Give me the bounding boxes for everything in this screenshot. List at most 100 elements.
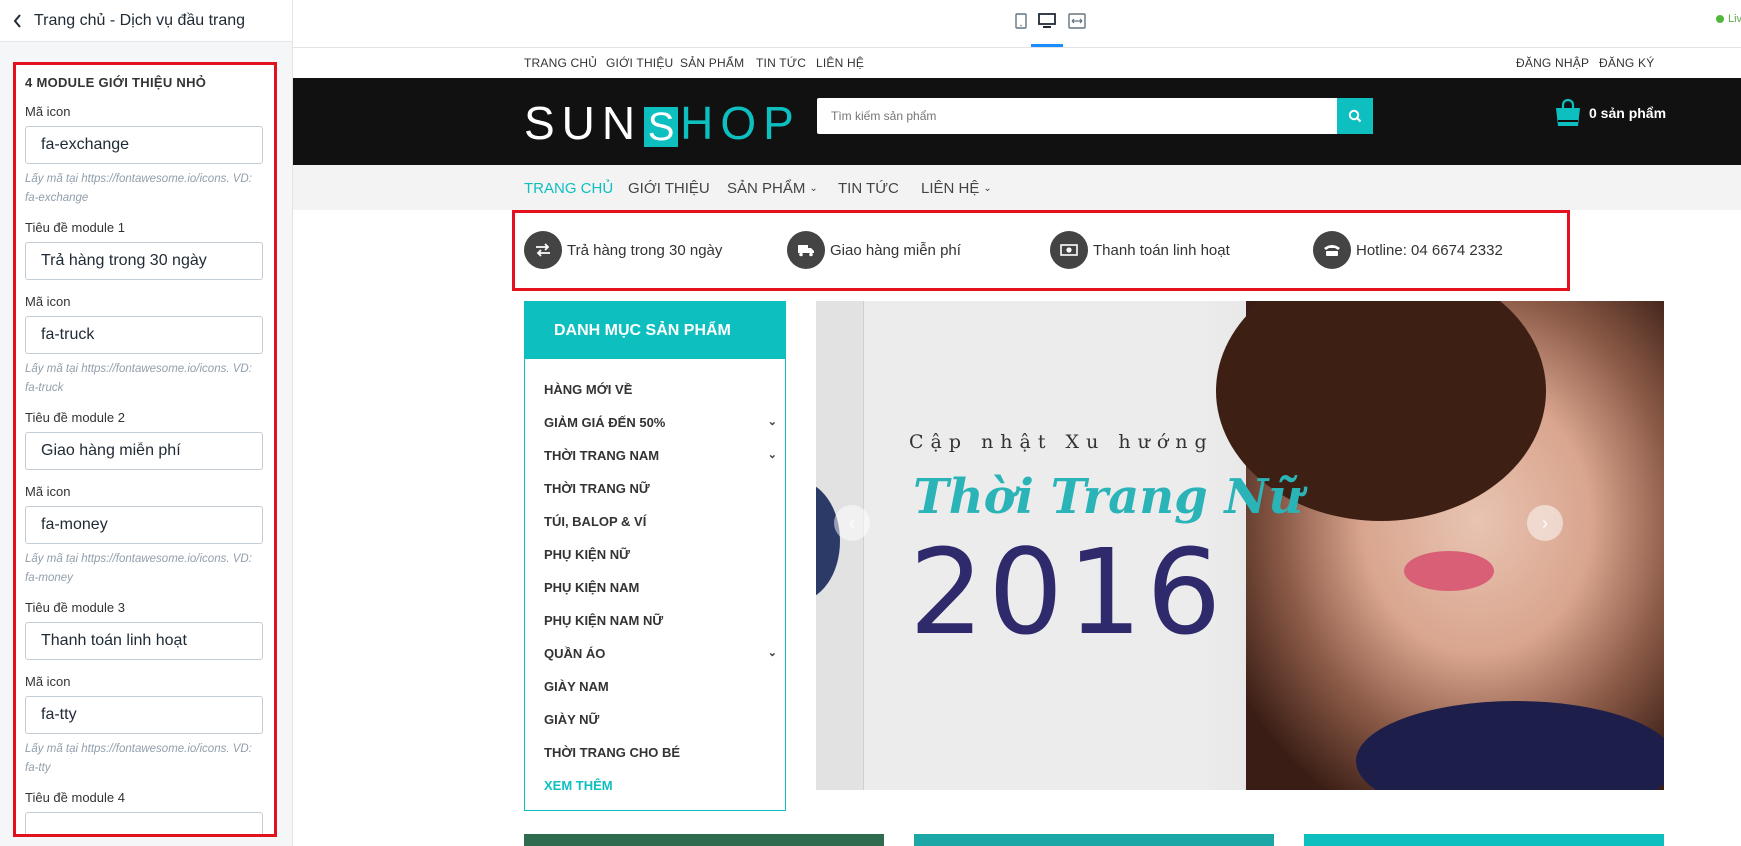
- hero-slider: Cập nhật Xu hướng Thời Trang Nữ 2016 ‹ ›: [816, 301, 1664, 790]
- category-label: TÚI, BALOP & VÍ: [544, 514, 647, 529]
- mainnav-label: SẢN PHẨM: [727, 180, 806, 197]
- mainnav-label: GIỚI THIỆU: [628, 180, 710, 197]
- icon-code-input-1[interactable]: [25, 126, 263, 164]
- mainnav-news[interactable]: TIN TỨC: [838, 180, 899, 197]
- slide-script-title: Thời Trang Nữ: [913, 469, 1304, 525]
- icon-code-input-2[interactable]: [25, 316, 263, 354]
- banner-thumb-3[interactable]: [1304, 834, 1664, 846]
- category-item[interactable]: GIẢM GIÁ ĐẾN 50% ⌄: [544, 406, 785, 439]
- category-item[interactable]: TÚI, BALOP & VÍ: [544, 505, 785, 538]
- search-icon: [1348, 109, 1362, 123]
- icon-field-4: Mã icon Lấy mã tại https://fontawesome.i…: [25, 674, 264, 778]
- tty-icon: [1313, 231, 1351, 269]
- fullwidth-icon: [1068, 13, 1086, 29]
- title-field-1: Tiêu đề module 1: [25, 220, 264, 280]
- category-label: PHỤ KIỆN NAM: [544, 580, 640, 595]
- back-button[interactable]: [8, 11, 28, 31]
- settings-panel: 4 MODULE GIỚI THIỆU NHỎ Mã icon Lấy mã t…: [13, 62, 277, 837]
- chevron-down-icon[interactable]: ⌄: [768, 637, 777, 670]
- category-label: HÀNG MỚI VỀ: [544, 382, 633, 397]
- exchange-icon: [524, 231, 562, 269]
- title-field-4: Tiêu đề module 4: [25, 790, 264, 834]
- field-help: Lấy mã tại https://fontawesome.io/icons.…: [25, 173, 252, 204]
- topnav-home[interactable]: TRANG CHỦ: [524, 56, 597, 70]
- category-item[interactable]: QUẦN ÁO ⌄: [544, 637, 785, 670]
- slide-decoration: [816, 481, 840, 601]
- banner-thumb-1[interactable]: [524, 834, 884, 846]
- chevron-down-icon[interactable]: ⌄: [768, 406, 777, 439]
- category-item[interactable]: PHỤ KIỆN NỮ: [544, 538, 785, 571]
- topnav-news[interactable]: TIN TỨC: [756, 56, 806, 70]
- chevron-down-icon: ⌄: [809, 183, 818, 194]
- chevron-left-icon: [13, 13, 21, 28]
- module-title-input-4[interactable]: [25, 812, 263, 834]
- top-nav: TRANG CHỦ GIỚI THIỆU SẢN PHẨM TIN TỨC LI…: [293, 48, 1741, 78]
- category-item[interactable]: PHỤ KIỆN NAM: [544, 571, 785, 604]
- category-label: GIÀY NỮ: [544, 712, 600, 727]
- category-item[interactable]: THỜI TRANG CHO BÉ: [544, 736, 785, 769]
- slide-model-lips: [1404, 551, 1494, 591]
- fullwidth-view-button[interactable]: [1067, 10, 1087, 32]
- shopping-bag-icon: [1556, 98, 1580, 126]
- preview-toolbar: Live: [293, 0, 1741, 48]
- feature-label: Trả hàng trong 30 ngày: [567, 241, 723, 259]
- mainnav-products[interactable]: SẢN PHẨM ⌄: [727, 180, 818, 197]
- mobile-view-button[interactable]: [1011, 10, 1031, 32]
- slider-next-button[interactable]: ›: [1527, 505, 1563, 541]
- banner-thumb-2[interactable]: [914, 834, 1274, 846]
- cart-button[interactable]: 0 sản phẩm: [1553, 98, 1666, 128]
- category-label: XEM THÊM: [544, 778, 613, 793]
- store-logo[interactable]: SUN S HOP: [524, 96, 801, 150]
- feature-label: Thanh toán linh hoạt: [1093, 241, 1230, 259]
- mainnav-about[interactable]: GIỚI THIỆU: [628, 180, 710, 197]
- field-label: Mã icon: [25, 104, 71, 119]
- module-title-input-2[interactable]: [25, 432, 263, 470]
- topnav-about[interactable]: GIỚI THIỆU: [606, 56, 673, 70]
- search-input[interactable]: [817, 98, 1337, 134]
- money-icon: [1050, 231, 1088, 269]
- category-label: GIẢM GIÁ ĐẾN 50%: [544, 415, 666, 430]
- mainnav-label: TIN TỨC: [838, 180, 899, 197]
- mainnav-home[interactable]: TRANG CHỦ: [524, 180, 613, 197]
- category-label: THỜI TRANG NỮ: [544, 481, 650, 496]
- category-item[interactable]: GIÀY NỮ: [544, 703, 785, 736]
- icon-field-3: Mã icon Lấy mã tại https://fontawesome.i…: [25, 484, 264, 588]
- chevron-right-icon: ›: [1542, 512, 1548, 533]
- category-item[interactable]: THỜI TRANG NAM ⌄: [544, 439, 785, 472]
- editor-header: Trang chủ - Dịch vụ đầu trang: [0, 0, 292, 42]
- feature-item: Trả hàng trong 30 ngày: [524, 231, 722, 269]
- live-label: Live: [1728, 13, 1741, 25]
- logo-text-2: HOP: [680, 97, 801, 149]
- category-label: QUẦN ÁO: [544, 646, 606, 661]
- topnav-products[interactable]: SẢN PHẨM: [680, 56, 744, 70]
- chevron-down-icon[interactable]: ⌄: [768, 439, 777, 472]
- desktop-icon: [1038, 13, 1056, 28]
- module-title-input-1[interactable]: [25, 242, 263, 280]
- category-menu: DANH MỤC SẢN PHẨM HÀNG MỚI VỀ GIẢM GIÁ Đ…: [524, 301, 786, 811]
- search-button[interactable]: [1337, 98, 1373, 134]
- feature-item: Giao hàng miễn phí: [787, 231, 961, 269]
- logo-bag-icon: S: [644, 107, 679, 147]
- field-label: Tiêu đề module 4: [25, 790, 125, 805]
- live-badge: Live: [1716, 13, 1741, 25]
- desktop-view-button[interactable]: [1037, 10, 1057, 32]
- category-item[interactable]: THỜI TRANG NỮ: [544, 472, 785, 505]
- mainnav-contact[interactable]: LIÊN HỆ ⌄: [921, 180, 992, 197]
- title-field-2: Tiêu đề module 2: [25, 410, 264, 470]
- see-more-link[interactable]: XEM THÊM: [544, 769, 785, 802]
- topnav-contact[interactable]: LIÊN HỆ: [816, 56, 864, 70]
- login-link[interactable]: ĐĂNG NHẬP: [1516, 56, 1589, 70]
- field-help: Lấy mã tại https://fontawesome.io/icons.…: [25, 553, 252, 584]
- category-item[interactable]: HÀNG MỚI VỀ: [544, 373, 785, 406]
- features-module-highlight: Trả hàng trong 30 ngày Giao hàng miễn ph…: [512, 210, 1570, 291]
- category-label: PHỤ KIỆN NAM NỮ: [544, 613, 664, 628]
- register-link[interactable]: ĐĂNG KÝ: [1599, 56, 1654, 70]
- module-title-input-3[interactable]: [25, 622, 263, 660]
- cart-count: 0 sản phẩm: [1589, 105, 1667, 121]
- slider-prev-button[interactable]: ‹: [834, 505, 870, 541]
- mainnav-label: LIÊN HỆ: [921, 180, 980, 197]
- category-item[interactable]: PHỤ KIỆN NAM NỮ: [544, 604, 785, 637]
- icon-code-input-3[interactable]: [25, 506, 263, 544]
- category-item[interactable]: GIÀY NAM: [544, 670, 785, 703]
- icon-code-input-4[interactable]: [25, 696, 263, 734]
